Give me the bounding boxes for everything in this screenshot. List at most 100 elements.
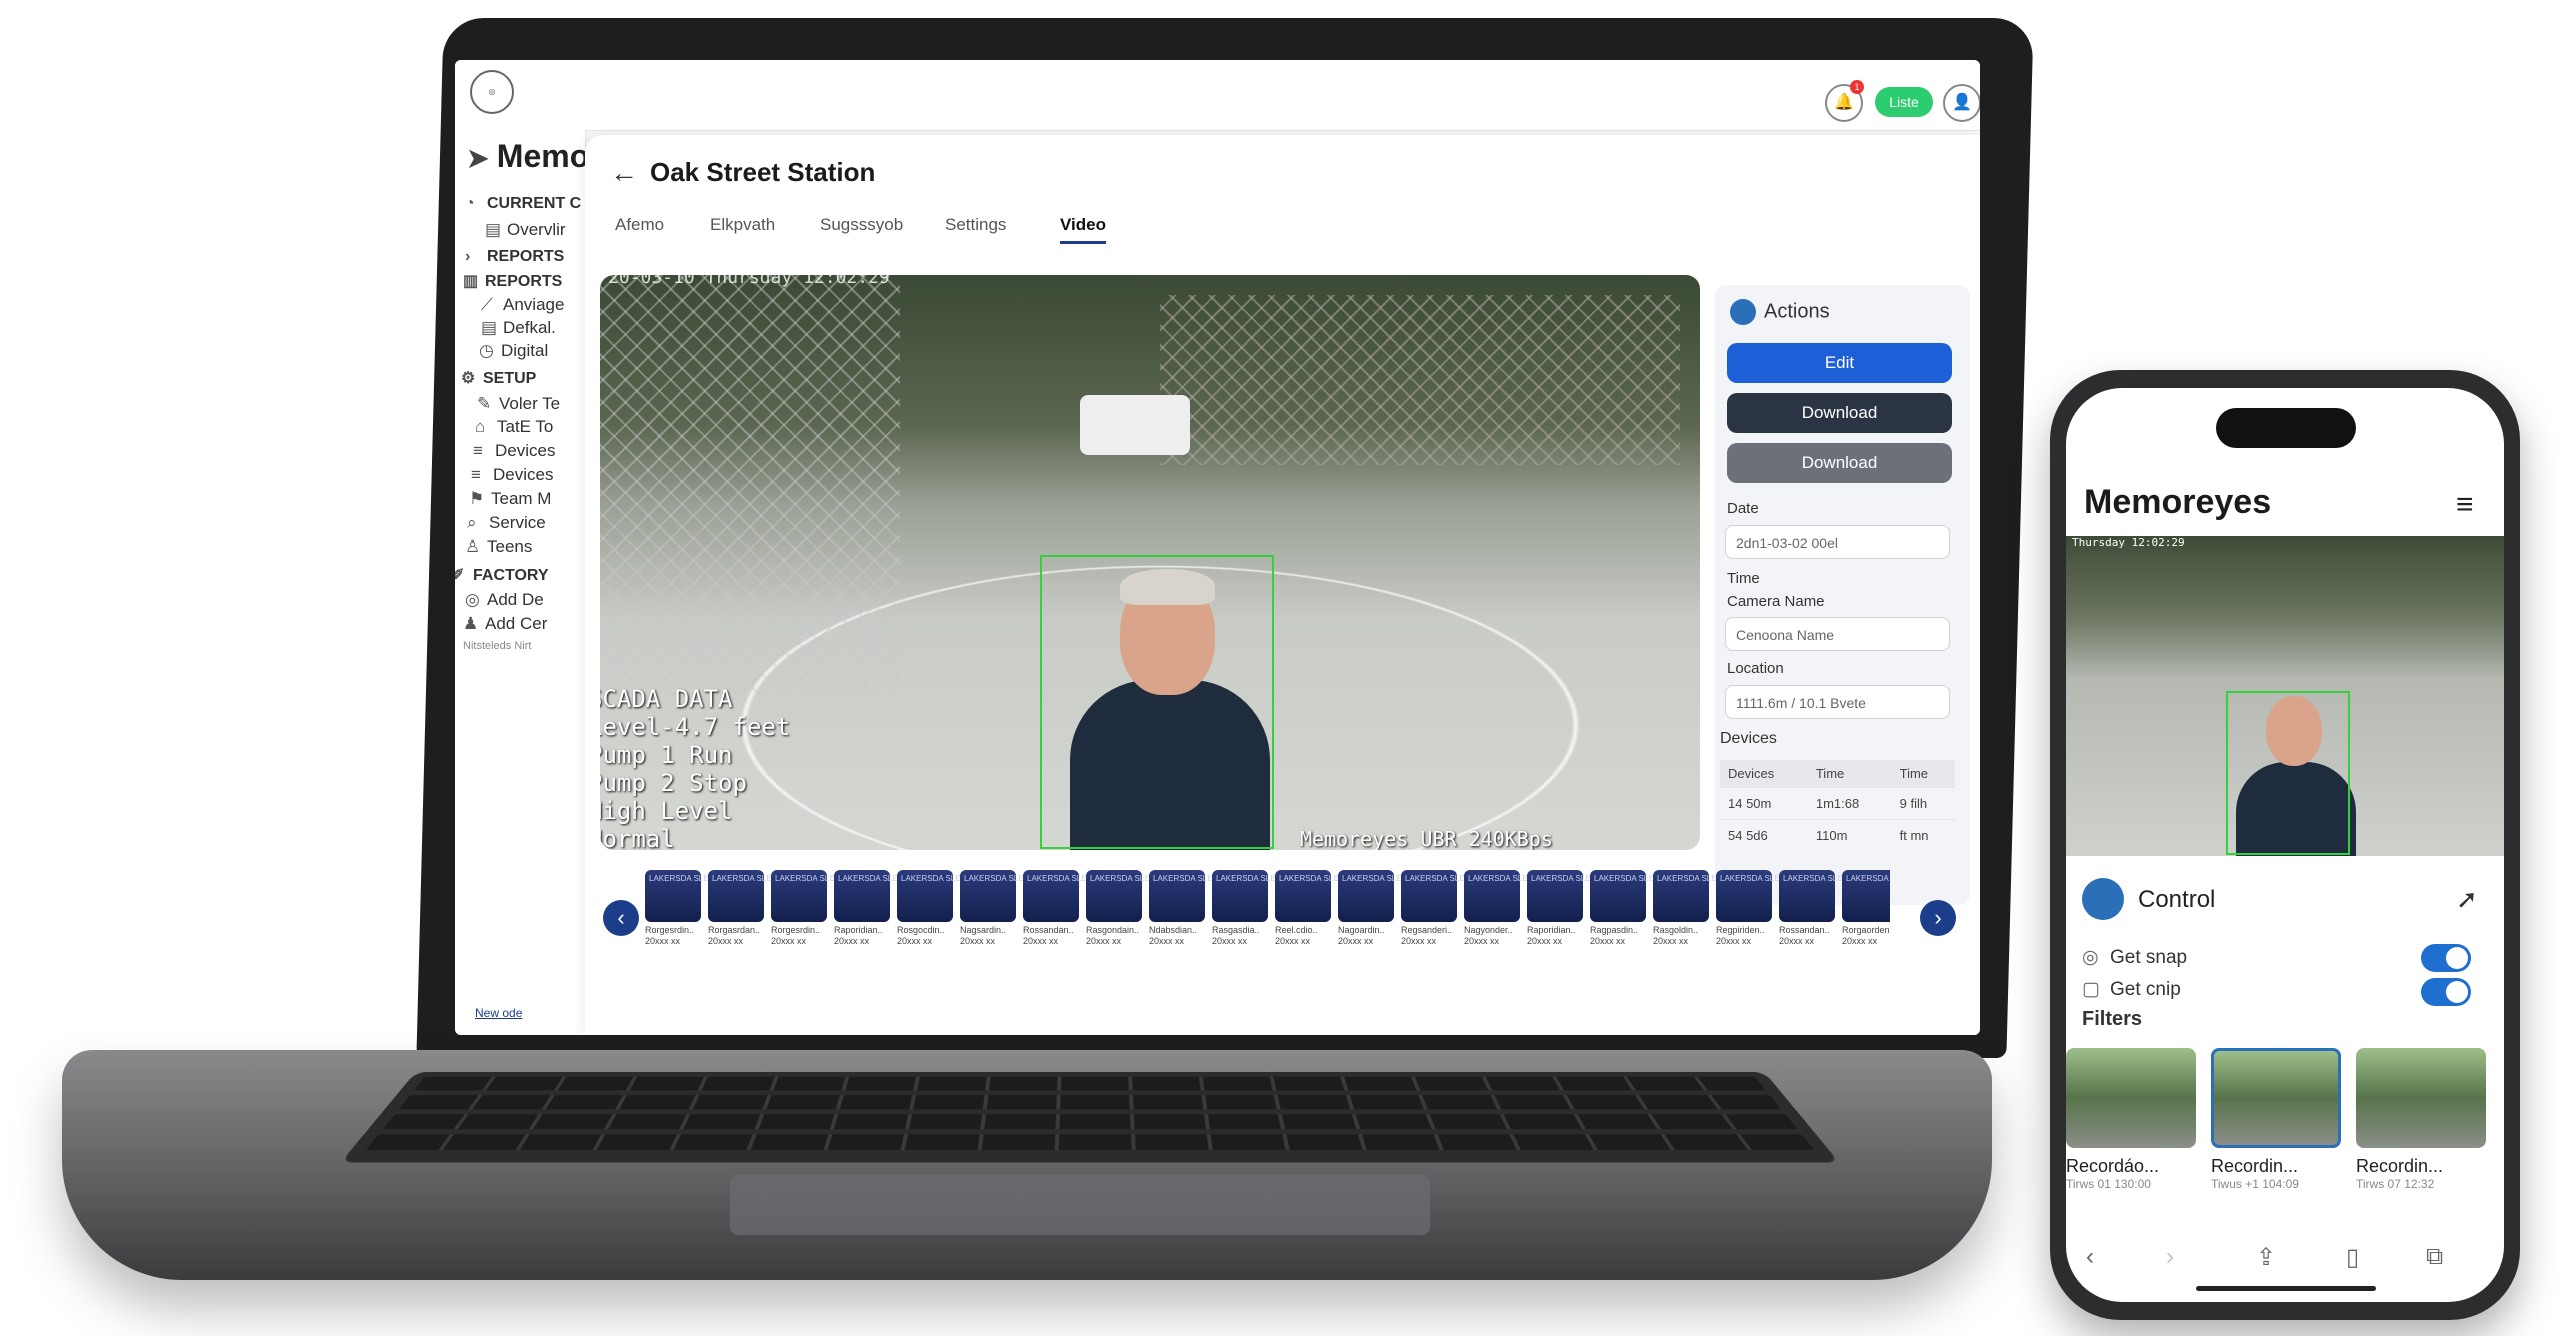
recording-thumbnail[interactable]: LAKERSDA SLELTSKY AM Nagsardin.. 20xxx xx (960, 870, 1062, 970)
sidebar-item-reports-1[interactable]: › REPORTS (465, 248, 564, 266)
table-header-row: Devices Time Time (1720, 760, 1955, 788)
dynamic-island (2216, 408, 2356, 448)
card-title: Recordin... (2356, 1156, 2444, 1176)
get-snap-toggle[interactable] (2421, 944, 2471, 972)
phone-device: Memoreyes ≡ Thursday 12:02:29 Control ➚ … (2050, 370, 2520, 1320)
recording-thumbnail[interactable]: LAKERSDA SLELTSKY AM Rorgesrdin.. 20xxx x… (771, 870, 873, 970)
thumbnail-caption: Rasgasdia.. 20xxx xx (1212, 925, 1260, 946)
recording-thumbnail[interactable]: LAKERSDA SLELTSKY AM Rossandan.. 20xxx xx (1023, 870, 1125, 970)
table-header: Time (1891, 760, 1955, 788)
sidebar-item-digital[interactable]: ◷ Digital (479, 341, 548, 361)
sidebar-item-voler[interactable]: ✎ Voler Te (477, 394, 560, 414)
hamburger-menu-icon[interactable]: ≡ (2456, 488, 2474, 522)
recording-card-selected[interactable]: Recordin... Tiwus +1 104:09 (2211, 1048, 2341, 1191)
recording-thumbnail[interactable]: LAKERSDA SLELTSKY AM Ragpasdin.. 20xxx xx (1590, 870, 1692, 970)
table-header: Devices (1720, 760, 1808, 788)
thumbnail-caption: Rossandan.. 20xxx xx (1023, 925, 1074, 946)
phone-video-feed[interactable]: Thursday 12:02:29 (2066, 536, 2504, 856)
next-arrow-icon[interactable]: › (1920, 900, 1956, 936)
sidebar-item-teens[interactable]: ♙ Teens (465, 537, 532, 557)
devices-table: Devices Time Time 14 50m 1m1:68 9 filh 5… (1720, 760, 1955, 851)
thumbnail-caption: Ragpasdin.. 20xxx xx (1590, 925, 1639, 946)
sidebar: ➤ Memo ◔ CURRENT C ▤ Overvlir › REPORTS ▥ REP… (455, 130, 589, 1035)
recording-card[interactable]: Recordáo... Tirws 01 130:00 (2066, 1048, 2196, 1191)
download-button-secondary[interactable]: Download (1727, 443, 1952, 483)
sidebar-item-team[interactable]: ⚑ Team M (469, 489, 551, 509)
recording-thumbnail[interactable]: LAKERSDA SLELTSKY AM Nagyonder.. 20xxx xx (1464, 870, 1566, 970)
table-cell: 9 filh (1891, 787, 1955, 820)
user-avatar-icon[interactable]: 👤 (1943, 84, 1980, 122)
recording-thumbnail[interactable]: LAKERSDA SLELTSKY AM Rasgasdia.. 20xxx xx (1212, 870, 1314, 970)
live-button[interactable]: Liste (1875, 87, 1933, 117)
back-icon[interactable]: ‹ (2086, 1243, 2094, 1271)
back-arrow-icon[interactable]: ← (610, 157, 638, 189)
sidebar-item-add-cer[interactable]: ♟ Add Cer (463, 614, 547, 634)
sidebar-item-factory[interactable]: ✐ FACTORY (455, 565, 549, 585)
thumbnail-image: LAKERSDA SLELTSKY AM (1401, 870, 1503, 922)
sidebar-item-misc[interactable]: Nitsteleds Nirt (463, 640, 531, 652)
share-icon[interactable]: ⇪ (2256, 1243, 2276, 1272)
recording-thumbnail[interactable]: LAKERSDA SLELTSKY AM Nagoardin.. 20xxx xx (1338, 870, 1440, 970)
recording-thumbnail[interactable]: LAKERSDA SLELTSKY AM Raporidian.. 20xxx x… (834, 870, 936, 970)
table-row[interactable]: 54 5d6 110m ft mn (1720, 819, 1955, 851)
camera-video-feed[interactable]: 20-03-10 Thursday 12:02:29 SCADA DATA Lev… (600, 275, 1700, 850)
recording-thumbnail[interactable]: LAKERSDA SLELTSKY AM Rorgaorden.. 20xxx x… (1842, 870, 1890, 970)
sidebar-item-tate[interactable]: ⌂ TatE To (475, 417, 553, 437)
recording-thumbnail[interactable]: LAKERSDA SLELTSKY AM Ndabsdian.. 20xxx xx (1149, 870, 1251, 970)
table-cell: 110m (1807, 819, 1892, 851)
thumbnail-image: LAKERSDA SLELTSKY AM (1716, 870, 1818, 922)
recording-card[interactable]: Recordin... Tirws 07 12:32 (2356, 1048, 2486, 1191)
sidebar-item-devices-2[interactable]: ≡ Devices (471, 465, 553, 485)
browser-toolbar: ‹ › ⇪ ▯ ⧉ (2066, 1243, 2504, 1283)
sidebar-item-current[interactable]: ◔ CURRENT C (465, 195, 581, 213)
card-title: Recordin... (2211, 1156, 2299, 1176)
actions-title: Actions (1730, 299, 1830, 325)
report-icon: ▥ (463, 273, 479, 290)
camera-name-field[interactable]: Cenoona Name (1725, 617, 1950, 651)
thumbnail-caption: Nagoardin.. 20xxx xx (1338, 925, 1385, 946)
sidebar-item-service[interactable]: ⌕ Service (467, 513, 546, 533)
tab-elkpvath[interactable]: Elkpvath (710, 215, 775, 235)
edit-button[interactable]: Edit (1727, 343, 1952, 383)
tab-settings[interactable]: Settings (945, 215, 1006, 235)
laptop-keyboard (340, 1072, 1840, 1163)
recording-thumbnail[interactable]: LAKERSDA SLELTSKY AM Rasgondain.. 20xxx x… (1086, 870, 1188, 970)
location-field[interactable]: 1111.6m / 10.1 Bvete (1725, 685, 1950, 719)
sidebar-item-reports-2[interactable]: ▥ REPORTS (463, 271, 562, 291)
table-row[interactable]: 14 50m 1m1:68 9 filh (1720, 787, 1955, 820)
thumbnail-image: LAKERSDA SLELTSKY AM (645, 870, 747, 922)
sidebar-item-anviage[interactable]: ⟋ Anviage (481, 295, 564, 315)
download-button[interactable]: Download (1727, 393, 1952, 433)
tab-sugsssyob[interactable]: Sugsssyob (820, 215, 903, 235)
thumbnail-caption: Rossandan.. 20xxx xx (1779, 925, 1830, 946)
sidebar-item-defkal[interactable]: ▤ Defkal. (481, 318, 556, 338)
recording-thumbnail[interactable]: LAKERSDA SLELTSKY AM Rossandan.. 20xxx xx (1779, 870, 1881, 970)
recording-thumbnail[interactable]: LAKERSDA SLELTSKY AM Regpiriden.. 20xxx x… (1716, 870, 1818, 970)
date-label: Date (1727, 500, 1759, 517)
get-clip-toggle[interactable] (2421, 978, 2471, 1006)
tabs-icon[interactable]: ⧉ (2426, 1243, 2443, 1271)
tab-afemo[interactable]: Afemo (615, 215, 664, 235)
phone-app-title: Memoreyes (2084, 483, 2272, 521)
forward-icon[interactable]: › (2166, 1243, 2174, 1271)
sidebar-item-devices-1[interactable]: ≡ Devices (473, 441, 555, 461)
prev-arrow-icon[interactable]: ‹ (603, 900, 639, 936)
recording-thumbnail[interactable]: LAKERSDA SLELTSKY AM Rosgocdin.. 20xxx xx (897, 870, 999, 970)
recording-thumbnail[interactable]: LAKERSDA SLELTSKY AM Rorgesrdin.. 20xxx x… (645, 870, 747, 970)
recording-thumbnail (2211, 1048, 2341, 1148)
thumbnail-image: LAKERSDA SLELTSKY AM (897, 870, 999, 922)
recording-thumbnail[interactable]: LAKERSDA SLELTSKY AM Regsanderi.. 20xxx x… (1401, 870, 1503, 970)
recording-thumbnail[interactable]: LAKERSDA SLELTSKY AM Rasgoldin.. 20xxx xx (1653, 870, 1755, 970)
phone-screen: Memoreyes ≡ Thursday 12:02:29 Control ➚ … (2066, 388, 2504, 1302)
sidebar-footer-link[interactable]: New ode (475, 1006, 522, 1020)
date-field[interactable]: 2dn1-03-02 00el (1725, 525, 1950, 559)
tab-video[interactable]: Video (1060, 215, 1106, 244)
bookmarks-icon[interactable]: ▯ (2346, 1243, 2359, 1272)
recording-thumbnail[interactable]: LAKERSDA SLELTSKY AM Reel.cdio.. 20xxx xx (1275, 870, 1377, 970)
face-detection-box (1040, 555, 1274, 849)
sidebar-item-overview[interactable]: ▤ Overvlir (485, 220, 566, 240)
sidebar-item-setup[interactable]: ⚙ SETUP (461, 368, 536, 388)
recording-thumbnail[interactable]: LAKERSDA SLELTSKY AM Rorgasrdan.. 20xxx x… (708, 870, 810, 970)
sidebar-item-add-de[interactable]: ◎ Add De (465, 590, 544, 610)
recording-thumbnail[interactable]: LAKERSDA SLELTSKY AM Raporidian.. 20xxx x… (1527, 870, 1629, 970)
